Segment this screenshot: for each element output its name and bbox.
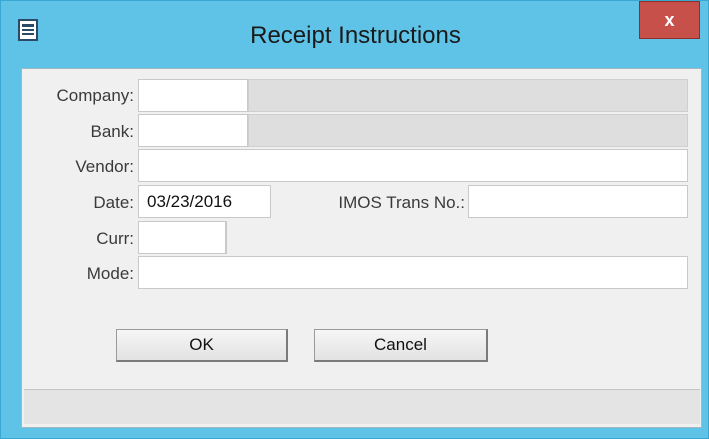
- ok-button[interactable]: OK: [116, 329, 288, 362]
- receipt-instructions-window: Receipt Instructions x Company: Bank: Ve…: [0, 0, 709, 439]
- mode-input[interactable]: [138, 256, 688, 289]
- date-label: Date:: [93, 193, 134, 212]
- imos-trans-no-label: IMOS Trans No.:: [338, 193, 465, 212]
- company-name-field: [248, 79, 688, 112]
- curr-label: Curr:: [96, 229, 134, 248]
- curr-input[interactable]: [138, 221, 226, 254]
- date-input[interactable]: 03/23/2016: [138, 185, 271, 218]
- imos-trans-no-input[interactable]: [468, 185, 688, 218]
- curr-divider: [226, 221, 227, 254]
- bank-name-field: [248, 114, 688, 147]
- cancel-button[interactable]: Cancel: [314, 329, 488, 362]
- vendor-input[interactable]: [138, 149, 688, 182]
- status-bar: [24, 389, 700, 424]
- mode-label: Mode:: [86, 264, 134, 283]
- vendor-label: Vendor:: [75, 157, 134, 176]
- close-button[interactable]: x: [639, 1, 700, 39]
- company-code-input[interactable]: [138, 79, 248, 112]
- window-title: Receipt Instructions: [250, 22, 461, 49]
- bank-code-input[interactable]: [138, 114, 248, 147]
- close-icon: x: [664, 9, 675, 30]
- bank-label: Bank:: [90, 122, 134, 141]
- dialog-body: Company: Bank: Vendor: Date: 03/23/2016 …: [21, 68, 702, 428]
- company-label: Company:: [56, 86, 134, 105]
